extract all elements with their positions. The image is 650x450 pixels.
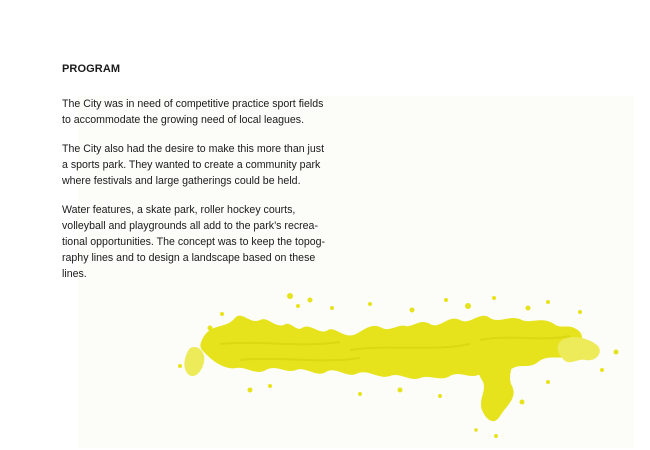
text-line: volleyball and playgrounds all add to th… [62,220,318,232]
paint-stroke-left [184,346,205,377]
text-line: where festivals and large gatherings cou… [62,175,301,187]
section-heading: PROGRAM [62,63,121,75]
text-line: The City also had the desire to make thi… [62,143,325,155]
text-line: to accommodate the growing need of local… [62,114,305,126]
text-line: tional opportunities. The concept was to… [62,236,326,248]
text-line: lines. [62,268,87,280]
paint-stroke-far-right [557,337,600,363]
document-page: PROGRAM The City was in need of competit… [0,0,650,450]
text-line: raphy lines and to design a landscape ba… [62,252,316,264]
text-line: The City was in need of competitive prac… [62,98,324,110]
paint-stroke-right [475,344,514,422]
text-line: a sports park. They wanted to create a c… [62,159,321,171]
paragraph-practice-fields: The City was in need of competitive prac… [62,96,392,128]
text-line: Water features, a skate park, roller hoc… [62,204,296,216]
paragraph-features: Water features, a skate park, roller hoc… [62,202,392,282]
program-text-block: PROGRAM The City was in need of competit… [62,62,392,295]
yellow-paint-splash-artwork [178,293,619,438]
paragraph-community-park: The City also had the desire to make thi… [62,141,392,189]
